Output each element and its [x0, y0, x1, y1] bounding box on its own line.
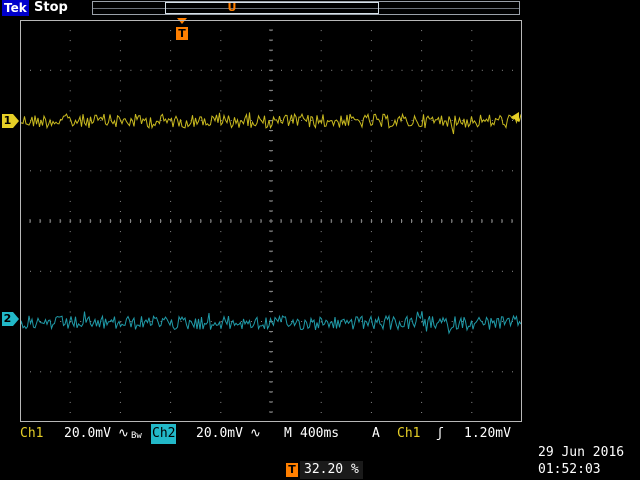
time-display: 01:52:03 — [538, 462, 601, 477]
grid-dots — [20, 20, 513, 413]
ch2-coupling-icon: ∿ — [250, 426, 261, 441]
ch1-label[interactable]: Ch1 — [20, 424, 43, 444]
trigger-position-readout: T 32.20 % — [286, 461, 363, 479]
brand-logo: Tek — [2, 0, 29, 16]
ch2-label[interactable]: Ch2 — [151, 424, 177, 444]
trigger-level[interactable]: 1.20mV — [464, 424, 511, 444]
date-display: 29 Jun 2016 — [538, 445, 625, 460]
status-bar: Tek Stop U — [0, 0, 640, 18]
trigger-position-icon: T — [286, 463, 298, 477]
ch1-coupling-icon: ∿ — [118, 426, 129, 441]
timebase-value[interactable]: 400ms — [300, 424, 339, 444]
timebase-label: M — [284, 426, 292, 441]
trigger-position-value: 32.20 % — [300, 461, 363, 479]
rising-edge-icon: ʃ — [436, 426, 444, 441]
record-trigger-icon: U — [227, 1, 237, 14]
ch2-ground-marker[interactable]: 2 — [2, 312, 19, 326]
ch1-marker-label: 1 — [2, 114, 13, 128]
ch1-scale[interactable]: 20.0mV — [64, 424, 111, 444]
trigger-source[interactable]: Ch1 — [397, 424, 420, 444]
record-view-window — [165, 2, 379, 14]
ch1-marker-arrow-icon — [13, 114, 19, 128]
grid-center-ticks — [20, 20, 513, 413]
readout-bar: Ch1 20.0mV ∿ Bw Ch2 20.0mV ∿ M 400ms A C… — [0, 424, 640, 444]
ch2-marker-label: 2 — [2, 312, 13, 326]
trigger-mode: A — [372, 426, 380, 441]
record-length-bar — [92, 1, 520, 15]
ch1-ground-marker[interactable]: 1 — [2, 114, 19, 128]
ch2-marker-arrow-icon — [13, 312, 19, 326]
ch2-scale[interactable]: 20.0mV — [196, 424, 243, 444]
ch1-bandwidth-limit: Bw — [131, 431, 142, 441]
acquisition-status: Stop — [34, 0, 68, 15]
graticule — [20, 20, 522, 422]
trigger-level-marker[interactable] — [511, 112, 519, 122]
